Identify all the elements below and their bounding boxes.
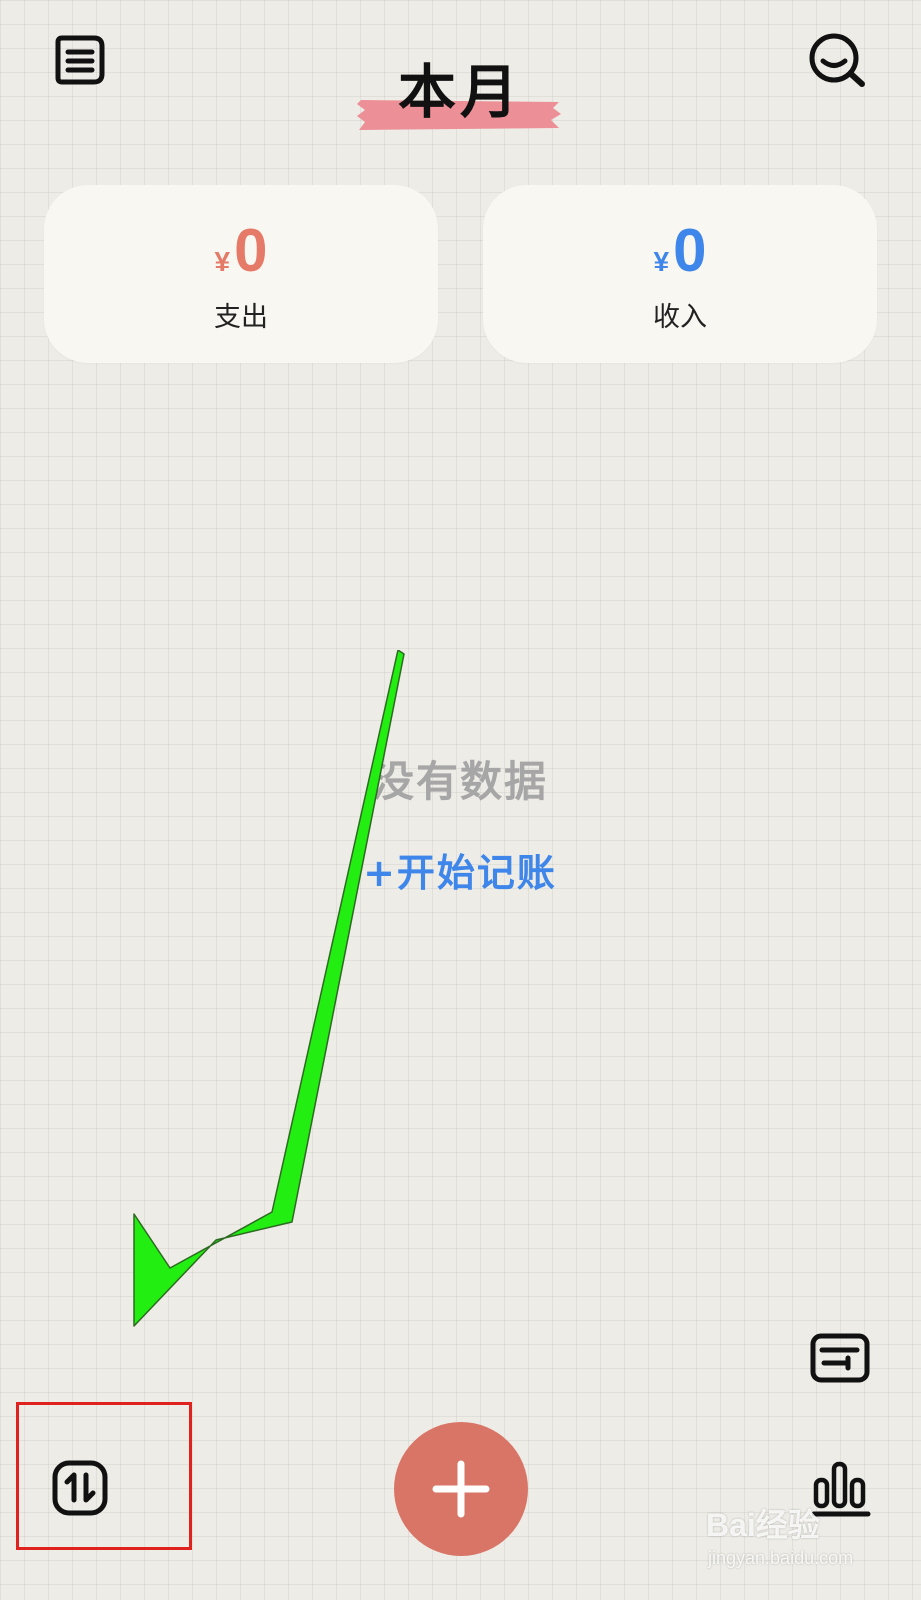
- income-label: 收入: [653, 302, 707, 333]
- list-menu-icon: [55, 35, 105, 85]
- annotation-highlight-box: [16, 1402, 192, 1550]
- income-amount: ¥0: [483, 221, 877, 297]
- expense-label: 支出: [214, 302, 268, 333]
- income-card[interactable]: ¥0 收入: [483, 185, 877, 363]
- expense-value: 0: [234, 217, 268, 284]
- search-button[interactable]: [806, 30, 872, 90]
- page-title: 本月: [397, 58, 522, 126]
- menu-button[interactable]: [50, 30, 110, 90]
- month-title[interactable]: 本月: [355, 52, 565, 134]
- search-icon: [809, 33, 865, 87]
- expense-amount: ¥0: [44, 221, 438, 297]
- income-currency: ¥: [653, 246, 670, 277]
- annotation-arrow: [133, 650, 405, 1327]
- watermark-sub: jingyan.baidu.com: [708, 1548, 854, 1568]
- plus-icon: [432, 1460, 490, 1518]
- expense-card[interactable]: ¥0 支出: [44, 185, 438, 363]
- expense-currency: ¥: [214, 246, 231, 277]
- add-record-button[interactable]: [394, 1422, 528, 1556]
- watermark-main: Bai经验: [706, 1507, 820, 1543]
- income-value: 0: [673, 217, 707, 284]
- wallet-button[interactable]: [810, 1333, 872, 1385]
- baidu-watermark: Bai经验 jingyan.baidu.com: [706, 1500, 906, 1590]
- wallet-icon: [810, 1333, 870, 1383]
